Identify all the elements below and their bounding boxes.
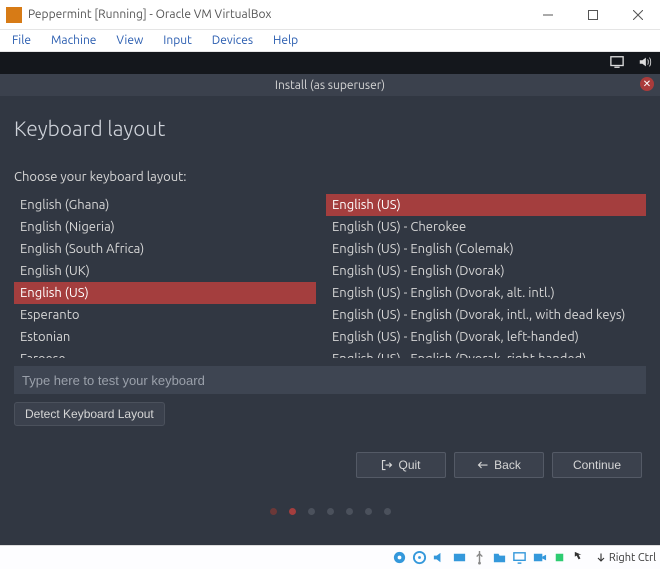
menu-machine[interactable]: Machine	[43, 32, 104, 49]
installer-title: Install (as superuser)	[275, 79, 385, 92]
list-item[interactable]: Esperanto	[14, 304, 316, 326]
list-item[interactable]: English (US) - English (Dvorak, intl., w…	[326, 304, 646, 326]
list-item[interactable]: English (US) - English (Dvorak, right-ha…	[326, 348, 646, 358]
audio-icon[interactable]	[431, 549, 448, 566]
menu-help[interactable]: Help	[265, 32, 306, 49]
arrow-left-icon	[477, 459, 489, 471]
list-item[interactable]: English (Nigeria)	[14, 216, 316, 238]
layout-variant-list[interactable]: English (US)English (US) - CherokeeEngli…	[326, 194, 646, 358]
network-icon[interactable]	[451, 549, 468, 566]
maximize-button[interactable]	[570, 0, 615, 30]
shared-folders-icon[interactable]	[491, 549, 508, 566]
installer-body: Keyboard layout Choose your keyboard lay…	[0, 96, 660, 525]
volume-icon[interactable]	[638, 55, 652, 72]
menu-devices[interactable]: Devices	[204, 32, 261, 49]
list-item[interactable]: Faroese	[14, 348, 316, 358]
virtualbox-menubar: File Machine View Input Devices Help	[0, 30, 660, 52]
guest-display: Install (as superuser) ✕ Keyboard layout…	[0, 52, 660, 545]
continue-button[interactable]: Continue	[552, 452, 642, 478]
step-dot	[270, 508, 277, 515]
menu-file[interactable]: File	[4, 32, 39, 49]
step-dot	[289, 508, 296, 515]
list-item[interactable]: English (US) - English (Dvorak, alt. int…	[326, 282, 646, 304]
installer-titlebar: Install (as superuser) ✕	[0, 74, 660, 96]
list-item[interactable]: English (US) - English (Dvorak, left-han…	[326, 326, 646, 348]
mouse-integration-icon[interactable]	[571, 549, 588, 566]
virtualbox-icon	[6, 7, 22, 23]
host-key-indicator: Right Ctrl	[595, 552, 656, 564]
hard-disk-icon[interactable]	[391, 549, 408, 566]
display-icon[interactable]	[511, 549, 528, 566]
guest-panel	[0, 52, 660, 74]
exit-icon	[381, 459, 393, 471]
installer-close-button[interactable]: ✕	[640, 77, 654, 91]
step-dot	[308, 508, 315, 515]
list-item[interactable]: English (US) - English (Colemak)	[326, 238, 646, 260]
display-icon[interactable]	[610, 55, 624, 72]
progress-dots	[14, 508, 646, 515]
layout-country-list[interactable]: English (Ghana)English (Nigeria)English …	[14, 194, 316, 358]
keyboard-test-input[interactable]	[14, 366, 646, 394]
arrow-down-icon	[595, 552, 607, 564]
menu-view[interactable]: View	[108, 32, 151, 49]
recording-icon[interactable]	[531, 549, 548, 566]
step-dot	[346, 508, 353, 515]
list-item[interactable]: English (UK)	[14, 260, 316, 282]
step-dot	[365, 508, 372, 515]
minimize-button[interactable]	[525, 0, 570, 30]
list-item[interactable]: English (US) - English (Dvorak)	[326, 260, 646, 282]
list-item[interactable]: English (US) - Cherokee	[326, 216, 646, 238]
list-item[interactable]: English (US)	[14, 282, 316, 304]
page-title: Keyboard layout	[14, 116, 646, 140]
virtualbox-titlebar: Peppermint [Running] - Oracle VM Virtual…	[0, 0, 660, 30]
layout-prompt: Choose your keyboard layout:	[14, 170, 646, 184]
window-title: Peppermint [Running] - Oracle VM Virtual…	[28, 8, 525, 21]
step-dot	[384, 508, 391, 515]
back-button[interactable]: Back	[454, 452, 544, 478]
virtualbox-statusbar: Right Ctrl	[0, 545, 660, 569]
list-item[interactable]: English (US)	[326, 194, 646, 216]
quit-button[interactable]: Quit	[356, 452, 446, 478]
step-dot	[327, 508, 334, 515]
list-item[interactable]: English (Ghana)	[14, 194, 316, 216]
menu-input[interactable]: Input	[155, 32, 200, 49]
cpu-icon[interactable]	[551, 549, 568, 566]
list-item[interactable]: Estonian	[14, 326, 316, 348]
detect-layout-button[interactable]: Detect Keyboard Layout	[14, 402, 165, 426]
close-button[interactable]	[615, 0, 660, 30]
list-item[interactable]: English (South Africa)	[14, 238, 316, 260]
usb-icon[interactable]	[471, 549, 488, 566]
optical-disk-icon[interactable]	[411, 549, 428, 566]
